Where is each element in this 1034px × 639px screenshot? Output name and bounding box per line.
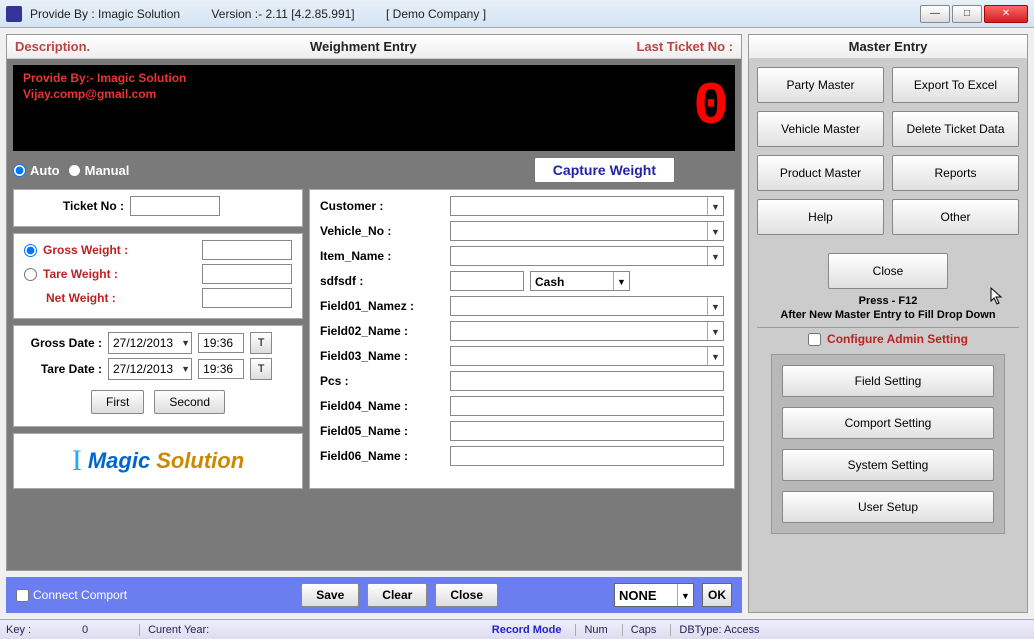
field06-label: Field06_Name : [320, 449, 450, 463]
help-button[interactable]: Help [757, 199, 884, 235]
pcs-input[interactable] [450, 371, 724, 391]
statusbar: Key : 0 Curent Year: Record Mode Num Cap… [0, 619, 1034, 639]
master-entry-header: Master Entry [749, 35, 1027, 59]
titlebar: Provide By : Imagic Solution Version :- … [0, 0, 1034, 28]
gross-weight-radio[interactable] [24, 244, 37, 257]
dbtype-label: DBType: Access [670, 624, 759, 636]
clear-button[interactable]: Clear [367, 583, 427, 607]
status-year-label: Curent Year: [139, 624, 209, 636]
customer-combo[interactable]: ▼ [450, 196, 724, 216]
manual-radio[interactable]: Manual [68, 163, 130, 178]
field05-label: Field05_Name : [320, 424, 450, 438]
field05-input[interactable] [450, 421, 724, 441]
tare-date-input[interactable]: 27/12/2013▼ [108, 358, 192, 380]
gross-time-button[interactable]: T [250, 332, 272, 354]
other-button[interactable]: Other [892, 199, 1019, 235]
field01-label: Field01_Namez : [320, 299, 450, 313]
pcs-label: Pcs : [320, 374, 450, 388]
company: [ Demo Company ] [386, 7, 486, 21]
minimize-button[interactable]: — [920, 5, 950, 23]
comport-setting-button[interactable]: Comport Setting [782, 407, 994, 439]
last-ticket-label: Last Ticket No : [636, 39, 733, 54]
logo: I Magic Solution [13, 433, 303, 489]
none-combo[interactable]: NONE▼ [614, 583, 694, 607]
provide-by: Provide By : Imagic Solution [30, 7, 180, 21]
vehicle-no-combo[interactable]: ▼ [450, 221, 724, 241]
version: Version :- 2.11 [4.2.85.991] [211, 7, 354, 21]
weight-digit: 0 [693, 74, 725, 142]
display-line1: Provide By:- Imagic Solution [23, 71, 186, 87]
connect-comport-checkbox[interactable]: Connect Comport [16, 588, 127, 602]
field-setting-button[interactable]: Field Setting [782, 365, 994, 397]
tare-weight-input[interactable] [202, 264, 292, 284]
gross-date-label: Gross Date : [24, 336, 102, 350]
action-bar: Connect Comport Save Clear Close NONE▼ O… [6, 577, 742, 613]
field04-label: Field04_Name : [320, 399, 450, 413]
capture-weight-button[interactable]: Capture Weight [534, 157, 675, 183]
export-excel-button[interactable]: Export To Excel [892, 67, 1019, 103]
cash-combo[interactable]: Cash▼ [530, 271, 630, 291]
net-weight-label: Net Weight : [46, 291, 196, 305]
field02-combo[interactable]: ▼ [450, 321, 724, 341]
delete-ticket-button[interactable]: Delete Ticket Data [892, 111, 1019, 147]
configure-admin-label: Configure Admin Setting [827, 332, 968, 346]
tare-weight-radio[interactable] [24, 268, 37, 281]
customer-label: Customer : [320, 199, 450, 213]
description-label: Description. [15, 39, 90, 54]
num-label: Num [575, 624, 607, 636]
field03-label: Field03_Name : [320, 349, 450, 363]
status-key-label: Key : [6, 624, 31, 636]
weight-display: Provide By:- Imagic Solution Vijay.comp@… [13, 65, 735, 151]
record-mode-label: Record Mode [492, 624, 562, 636]
item-name-combo[interactable]: ▼ [450, 246, 724, 266]
party-master-button[interactable]: Party Master [757, 67, 884, 103]
save-button[interactable]: Save [301, 583, 359, 607]
second-button[interactable]: Second [154, 390, 225, 414]
tare-time-button[interactable]: T [250, 358, 272, 380]
field06-input[interactable] [450, 446, 724, 466]
vehicle-master-button[interactable]: Vehicle Master [757, 111, 884, 147]
status-key-value: 0 [45, 624, 125, 636]
weighment-header: Description. Weighment Entry Last Ticket… [7, 35, 741, 59]
system-setting-button[interactable]: System Setting [782, 449, 994, 481]
field02-label: Field02_Name : [320, 324, 450, 338]
maximize-button[interactable]: □ [952, 5, 982, 23]
master-entry-title: Master Entry [757, 39, 1019, 54]
close-button[interactable]: ✕ [984, 5, 1028, 23]
display-line2: Vijay.comp@gmail.com [23, 87, 186, 103]
title-text: Provide By : Imagic Solution Version :- … [30, 7, 514, 21]
tare-weight-label: Tare Weight : [43, 267, 196, 281]
gross-date-input[interactable]: 27/12/2013▼ [108, 332, 192, 354]
vehicle-no-label: Vehicle_No : [320, 224, 450, 238]
first-button[interactable]: First [91, 390, 144, 414]
gross-time-input[interactable] [198, 333, 244, 353]
item-name-label: Item_Name : [320, 249, 450, 263]
weighment-title: Weighment Entry [90, 39, 636, 54]
reports-button[interactable]: Reports [892, 155, 1019, 191]
user-setup-button[interactable]: User Setup [782, 491, 994, 523]
ticket-no-label: Ticket No : [24, 199, 124, 213]
press-hint-label: After New Master Entry to Fill Drop Down [757, 309, 1019, 321]
ok-button[interactable]: OK [702, 583, 732, 607]
tare-time-input[interactable] [198, 359, 244, 379]
field03-combo[interactable]: ▼ [450, 346, 724, 366]
configure-admin-checkbox[interactable] [808, 333, 821, 346]
field04-input[interactable] [450, 396, 724, 416]
net-weight-input[interactable] [202, 288, 292, 308]
sdfsdf-label: sdfsdf : [320, 274, 450, 288]
gross-weight-label: Gross Weight : [43, 243, 196, 257]
auto-radio[interactable]: Auto [13, 163, 60, 178]
sdfsdf-input[interactable] [450, 271, 524, 291]
gross-weight-input[interactable] [202, 240, 292, 260]
field01-combo[interactable]: ▼ [450, 296, 724, 316]
ticket-no-input[interactable] [130, 196, 220, 216]
press-f12-label: Press - F12 [757, 295, 1019, 307]
tare-date-label: Tare Date : [24, 362, 102, 376]
master-close-button[interactable]: Close [828, 253, 948, 289]
close-action-button[interactable]: Close [435, 583, 498, 607]
app-icon [6, 6, 22, 22]
caps-label: Caps [622, 624, 657, 636]
product-master-button[interactable]: Product Master [757, 155, 884, 191]
